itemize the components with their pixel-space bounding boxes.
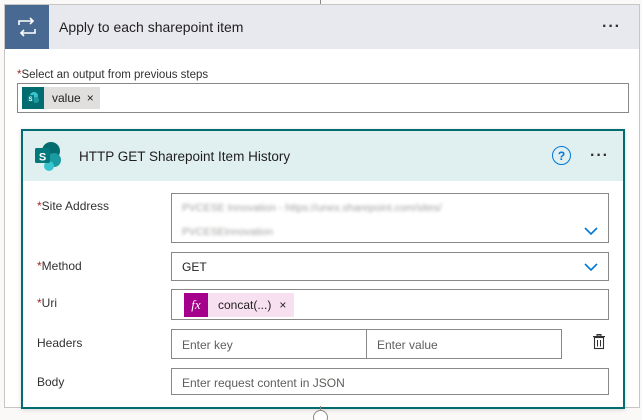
method-label-text: Method — [41, 259, 82, 273]
delete-icon[interactable] — [592, 334, 606, 350]
add-step-button[interactable] — [313, 410, 328, 420]
site-address-value-line2: PVCESEInnovation — [182, 226, 274, 238]
uri-field[interactable]: fx concat(...) × — [171, 289, 609, 320]
headers-label: Headers — [37, 336, 83, 350]
expression-token[interactable]: fx concat(...) × — [184, 293, 295, 317]
apply-to-each-card: Apply to each sharepoint item ··· *Selec… — [4, 4, 640, 409]
http-get-action-title: HTTP GET Sharepoint Item History — [79, 148, 291, 164]
chevron-down-icon[interactable] — [584, 224, 598, 238]
site-address-field[interactable]: PVCESE Innovation - https://unex.sharepo… — [171, 193, 609, 243]
http-get-action-header[interactable]: S HTTP GET Sharepoint Item History ? ··· — [23, 131, 623, 181]
select-output-label-text: Select an output from previous steps — [21, 69, 209, 81]
fx-icon: fx — [184, 293, 208, 317]
remove-expression-button[interactable]: × — [279, 298, 286, 312]
header-value-placeholder: Enter value — [377, 338, 438, 352]
chevron-down-icon[interactable] — [584, 260, 598, 274]
body-label: Body — [37, 375, 65, 389]
expression-token-label: concat(...) — [218, 298, 272, 312]
sharepoint-icon: S — [22, 87, 44, 109]
svg-text:S: S — [28, 97, 32, 103]
select-output-field[interactable]: S value × — [17, 83, 629, 113]
uri-label-text: Uri — [41, 296, 57, 310]
header-key-input[interactable]: Enter key — [171, 329, 367, 359]
apply-to-each-header[interactable]: Apply to each sharepoint item ··· — [5, 5, 639, 49]
loop-icon — [5, 5, 49, 49]
http-get-action-card: S HTTP GET Sharepoint Item History ? ···… — [21, 129, 625, 409]
body-placeholder: Enter request content in JSON — [182, 376, 345, 390]
method-dropdown[interactable]: GET — [171, 252, 609, 281]
site-address-value-line1: PVCESE Innovation - https://unex.sharepo… — [182, 202, 442, 214]
method-value: GET — [182, 260, 207, 274]
header-key-placeholder: Enter key — [182, 338, 233, 352]
uri-label: *Uri — [37, 296, 57, 310]
method-label: *Method — [37, 259, 82, 273]
sharepoint-icon: S — [33, 141, 63, 171]
apply-to-each-menu-button[interactable]: ··· — [602, 18, 621, 36]
apply-to-each-title: Apply to each sharepoint item — [59, 19, 244, 35]
site-address-label: *Site Address — [37, 199, 109, 213]
site-address-label-text: Site Address — [41, 199, 110, 213]
help-icon[interactable]: ? — [552, 146, 571, 165]
value-token[interactable]: S value × — [22, 87, 100, 109]
header-value-input[interactable]: Enter value — [366, 329, 562, 359]
body-input[interactable]: Enter request content in JSON — [171, 368, 609, 395]
svg-text:S: S — [39, 152, 46, 164]
remove-token-button[interactable]: × — [87, 91, 94, 105]
select-output-label: *Select an output from previous steps — [17, 69, 208, 81]
value-token-label: value — [52, 91, 81, 105]
http-get-action-menu-button[interactable]: ··· — [590, 147, 609, 165]
